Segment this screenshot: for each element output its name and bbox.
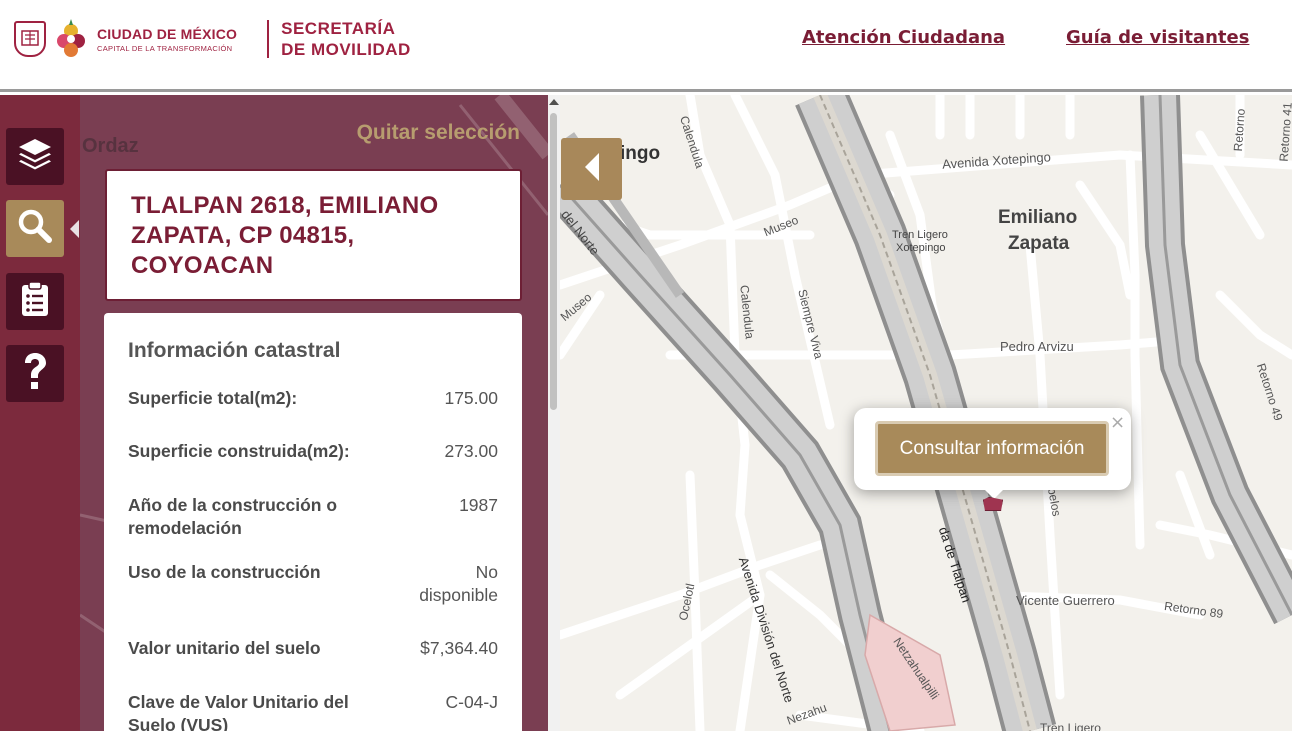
consultar-informacion-button[interactable]: Consultar información <box>875 421 1109 476</box>
layers-button[interactable] <box>6 128 64 185</box>
info-row: Valor unitario del suelo $7,364.40 <box>128 637 498 691</box>
site-header: CIUDAD DE MÉXICO CAPITAL DE LA TRANSFORM… <box>0 0 1292 92</box>
cdmx-subtitle: CAPITAL DE LA TRANSFORMACIÓN <box>97 43 233 53</box>
layers-icon <box>16 136 54 177</box>
map-label-xotepingo-partial: ingo <box>620 143 661 164</box>
info-value: $7,364.40 <box>420 638 498 658</box>
scroll-up-arrow-icon[interactable] <box>549 99 559 105</box>
info-value: 175.00 <box>444 388 498 408</box>
map-label-tren-ligero-bottom: Tren Ligero <box>1040 721 1101 731</box>
info-row: Año de la construcción o remodelación 19… <box>128 494 498 561</box>
logo-group[interactable]: CIUDAD DE MÉXICO CAPITAL DE LA TRANSFORM… <box>14 14 411 64</box>
cdmx-crest-icon <box>14 21 46 57</box>
info-row: Superficie total(m2): 175.00 <box>128 387 498 440</box>
secretaria-title-line1: SECRETARÍA <box>281 19 396 38</box>
info-label: Año de la construcción o remodelación <box>128 495 338 538</box>
nav-guia-visitantes[interactable]: Guía de visitantes <box>1066 27 1249 48</box>
nav-atencion-ciudadana[interactable]: Atención Ciudadana <box>802 27 1005 48</box>
tool-sidebar <box>0 95 80 731</box>
clipboard-icon <box>20 280 50 323</box>
map-label-zapata: Zapata <box>1008 233 1070 254</box>
chevron-left-icon <box>583 152 601 187</box>
info-label: Valor unitario del suelo <box>128 638 321 658</box>
close-icon[interactable]: × <box>1110 412 1125 433</box>
info-row: Uso de la construcción No disponible <box>128 561 498 637</box>
info-label: Superficie construida(m2): <box>128 441 350 461</box>
address-card: TLALPAN 2618, EMILIANO ZAPATA, CP 04815,… <box>105 169 522 301</box>
map-label-pedro-arvizu: Pedro Arvizu <box>1000 339 1074 354</box>
search-button[interactable] <box>6 200 64 257</box>
question-icon <box>21 351 49 396</box>
collapse-panel-button[interactable] <box>561 138 622 200</box>
info-label: Superficie total(m2): <box>128 388 298 408</box>
map-label-xotepingo-station: Xotepingo <box>896 242 946 254</box>
map-label-emiliano: Emiliano <box>998 207 1078 228</box>
info-value: 273.00 <box>444 441 498 461</box>
info-row: Superficie construida(m2): 273.00 <box>128 440 498 494</box>
map-popup-tip <box>983 488 1005 499</box>
search-icon <box>16 207 54 250</box>
active-tool-indicator <box>70 220 79 238</box>
info-label: Uso de la construcción <box>128 562 321 582</box>
cdmx-flower-logo-icon <box>54 17 88 61</box>
info-row: Clave de Valor Unitario del Suelo (VUS) … <box>128 691 498 731</box>
address-line: ZAPATA, CP 04815, <box>131 222 355 249</box>
info-value: C-04-J <box>445 692 498 712</box>
help-button[interactable] <box>6 345 64 402</box>
map-label-tren-ligero: Tren Ligero <box>892 229 948 241</box>
secretaria-title-line2: DE MOVILIDAD <box>281 40 411 59</box>
map-label-ordaz: Ordaz <box>82 135 139 157</box>
address-line: COYOACAN <box>131 252 274 279</box>
search-result-panel: Ordaz Quitar selección TLALPAN 2618, EMI… <box>80 95 548 731</box>
cadastral-info-card: Información catastral Superficie total(m… <box>104 313 522 731</box>
info-value: 1987 <box>459 495 498 515</box>
cdmx-title: CIUDAD DE MÉXICO <box>97 25 238 42</box>
logo-divider <box>267 20 270 58</box>
panel-scrollbar-thumb[interactable] <box>550 113 557 410</box>
map-label-vicente-guerrero: Vicente Guerrero <box>1016 593 1115 608</box>
info-label: Clave de Valor Unitario del Suelo (VUS) <box>128 692 349 731</box>
clear-selection-link[interactable]: Quitar selección <box>357 121 520 145</box>
info-value: No disponible <box>419 562 498 605</box>
report-button[interactable] <box>6 273 64 330</box>
cadastral-info-title: Información catastral <box>128 339 341 362</box>
address-line: TLALPAN 2618, EMILIANO <box>131 192 439 219</box>
map-label-retorno-top: Retorno <box>1230 108 1248 152</box>
